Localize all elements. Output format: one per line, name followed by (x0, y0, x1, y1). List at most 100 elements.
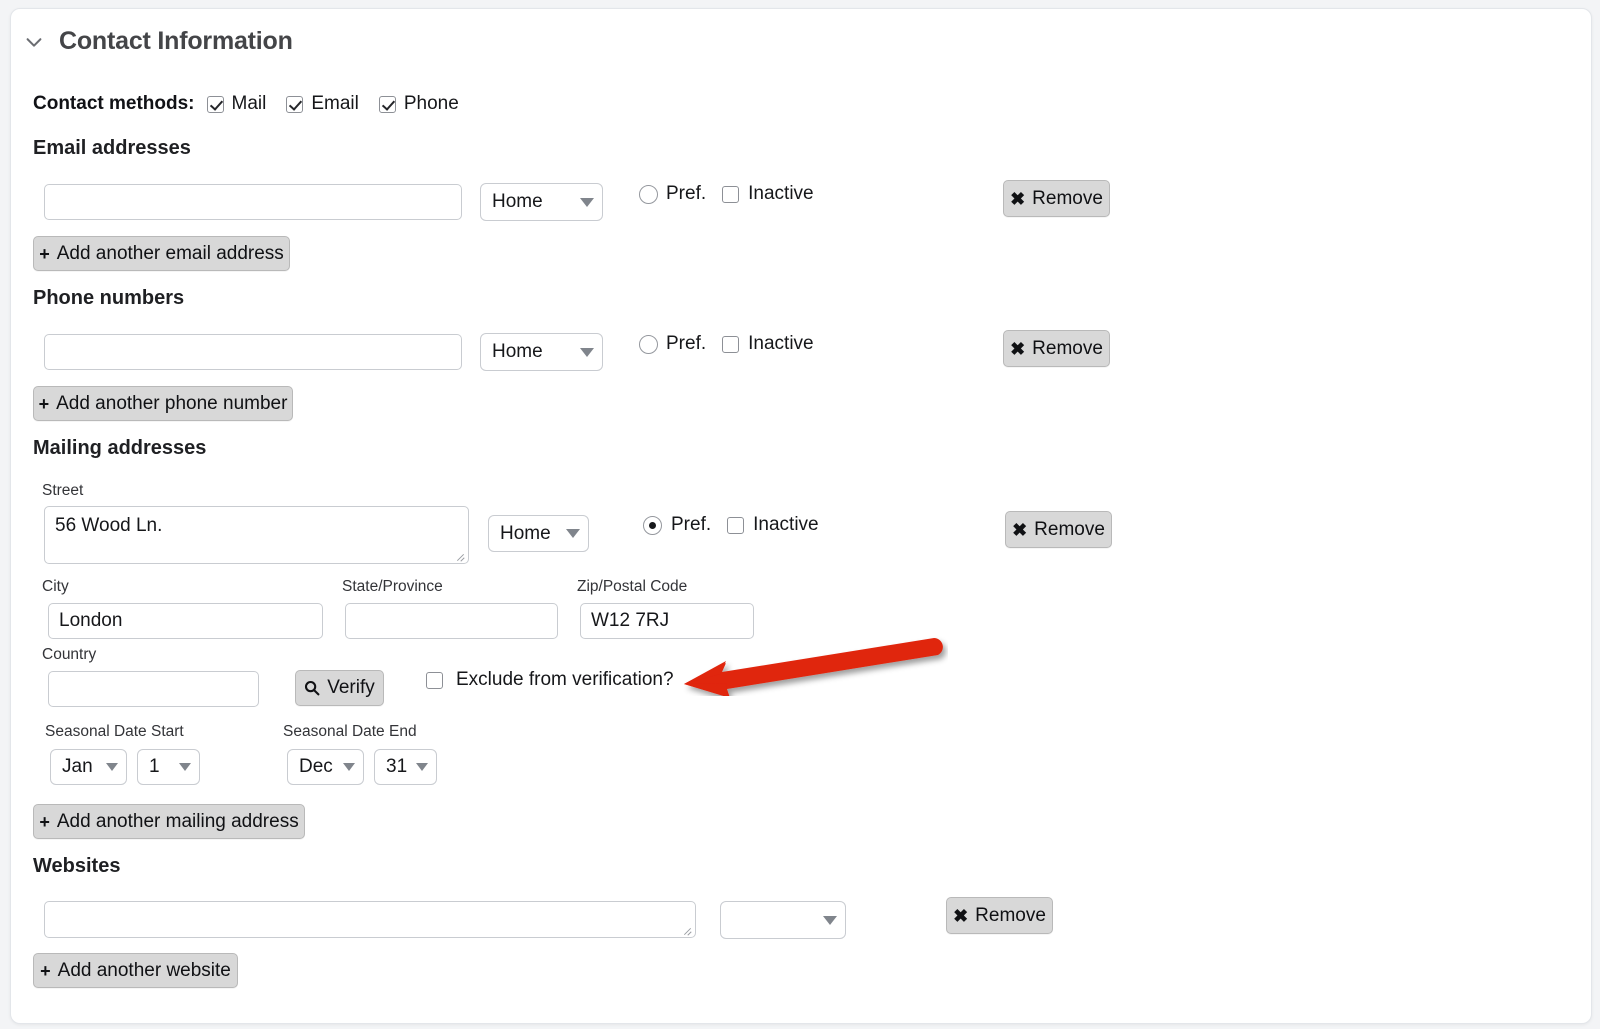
phone-type-value: Home (492, 341, 543, 362)
email-pref-label: Pref. (666, 183, 707, 204)
email-type-value: Home (492, 191, 543, 212)
group-title-phone-numbers: Phone numbers (33, 287, 185, 309)
remove-address-label: Remove (1034, 518, 1105, 540)
section-header-contact-information[interactable]: Contact Information (23, 27, 293, 56)
contact-method-phone[interactable]: Phone (378, 93, 459, 115)
zip-input[interactable] (580, 603, 754, 639)
checkbox-mail[interactable] (206, 95, 224, 113)
seasonal-start-day-select[interactable]: 1 (137, 749, 200, 785)
email-pref-inactive-group: Pref. Inactive (639, 183, 814, 205)
group-title-mailing-addresses: Mailing addresses (33, 437, 207, 459)
group-title-email-addresses: Email addresses (33, 137, 191, 159)
close-icon: ✖ (1010, 188, 1026, 209)
seasonal-date-end-label: Seasonal Date End (283, 723, 417, 740)
zip-label: Zip/Postal Code (577, 578, 688, 595)
seasonal-start-month-value: Jan (62, 756, 93, 777)
radio-address-preferred[interactable] (643, 515, 662, 535)
add-another-website-button[interactable]: + Add another website (33, 953, 238, 988)
remove-email-label: Remove (1032, 187, 1103, 209)
add-another-email-address-button[interactable]: + Add another email address (33, 236, 290, 271)
add-another-mailing-address-button[interactable]: + Add another mailing address (33, 804, 305, 839)
add-another-phone-number-label: Add another phone number (56, 392, 288, 414)
remove-address-button[interactable]: ✖ Remove (1005, 511, 1112, 548)
remove-phone-label: Remove (1032, 337, 1103, 359)
city-label: City (42, 578, 69, 595)
checkbox-phone[interactable] (378, 95, 396, 113)
chevron-down-icon (179, 763, 191, 771)
contact-method-mail[interactable]: Mail (206, 93, 267, 115)
checkbox-address-inactive[interactable] (727, 516, 745, 534)
close-icon: ✖ (1010, 338, 1026, 359)
exclude-from-verification-group[interactable]: Exclude from verification? (426, 669, 674, 691)
contact-method-email[interactable]: Email (286, 93, 359, 115)
group-title-websites: Websites (33, 855, 121, 877)
search-icon (304, 680, 320, 696)
remove-phone-button[interactable]: ✖ Remove (1003, 330, 1110, 367)
contact-method-mail-label: Mail (231, 93, 267, 114)
website-type-select[interactable] (720, 901, 846, 939)
phone-inactive-label: Inactive (748, 333, 814, 354)
exclude-from-verification-label: Exclude from verification? (456, 669, 674, 690)
contact-methods-label: Contact methods: (33, 93, 195, 114)
checkbox-phone-inactive[interactable] (722, 335, 740, 353)
add-another-email-address-label: Add another email address (56, 242, 284, 264)
verify-label: Verify (327, 677, 375, 698)
phone-type-select[interactable]: Home (480, 333, 603, 371)
plus-icon: + (38, 393, 50, 414)
address-pref-inactive-group: Pref. Inactive (643, 514, 819, 536)
seasonal-end-day-value: 31 (386, 756, 408, 777)
street-textarea[interactable]: 56 Wood Ln. (44, 506, 469, 564)
checkbox-email[interactable] (286, 95, 304, 113)
phone-number-input[interactable] (44, 334, 462, 370)
email-inactive-label: Inactive (748, 183, 814, 204)
state-label: State/Province (342, 578, 443, 595)
remove-website-button[interactable]: ✖ Remove (946, 897, 1053, 934)
country-input[interactable] (48, 671, 259, 707)
contact-method-phone-label: Phone (403, 93, 459, 114)
plus-icon: + (40, 960, 51, 981)
radio-email-preferred[interactable] (639, 184, 658, 204)
chevron-down-icon (106, 763, 118, 771)
remove-website-label: Remove (975, 904, 1046, 926)
address-pref-label: Pref. (671, 514, 712, 535)
plus-icon: + (39, 243, 50, 264)
chevron-down-icon (416, 763, 428, 771)
address-type-value: Home (500, 522, 551, 544)
contact-information-card: Contact Information Contact methods: Mai… (10, 8, 1592, 1024)
address-inactive-label: Inactive (753, 514, 819, 535)
chevron-down-icon (580, 197, 594, 207)
add-another-phone-number-button[interactable]: + Add another phone number (33, 386, 293, 421)
city-input[interactable] (48, 603, 323, 639)
phone-pref-inactive-group: Pref. Inactive (639, 333, 814, 355)
chevron-down-icon[interactable] (23, 31, 45, 53)
contact-method-email-label: Email (311, 93, 359, 114)
seasonal-date-start-label: Seasonal Date Start (45, 723, 184, 740)
chevron-down-icon (823, 915, 837, 925)
street-label: Street (42, 482, 84, 499)
add-another-website-label: Add another website (57, 959, 231, 981)
add-another-mailing-address-label: Add another mailing address (56, 810, 299, 832)
chevron-down-icon (580, 347, 594, 357)
phone-pref-label: Pref. (666, 333, 707, 354)
seasonal-end-month-value: Dec (299, 756, 333, 777)
seasonal-start-month-select[interactable]: Jan (50, 749, 127, 785)
seasonal-end-day-select[interactable]: 31 (374, 749, 437, 785)
state-input[interactable] (345, 603, 558, 639)
country-label: Country (42, 646, 97, 663)
chevron-down-icon (566, 529, 580, 538)
close-icon: ✖ (1012, 519, 1028, 540)
page-title: Contact Information (59, 27, 293, 55)
seasonal-end-month-select[interactable]: Dec (287, 749, 364, 785)
website-textarea[interactable] (44, 901, 696, 938)
contact-methods-row: Contact methods: Mail Email Phone (33, 93, 479, 115)
remove-email-button[interactable]: ✖ Remove (1003, 180, 1110, 217)
chevron-down-icon (343, 763, 355, 771)
email-type-select[interactable]: Home (480, 183, 603, 221)
checkbox-exclude-from-verification[interactable] (426, 671, 443, 689)
radio-phone-preferred[interactable] (639, 334, 658, 354)
plus-icon: + (39, 811, 50, 832)
checkbox-email-inactive[interactable] (722, 185, 740, 203)
address-type-select[interactable]: Home (488, 515, 589, 552)
verify-address-button[interactable]: Verify (295, 670, 384, 706)
email-address-input[interactable] (44, 184, 462, 220)
